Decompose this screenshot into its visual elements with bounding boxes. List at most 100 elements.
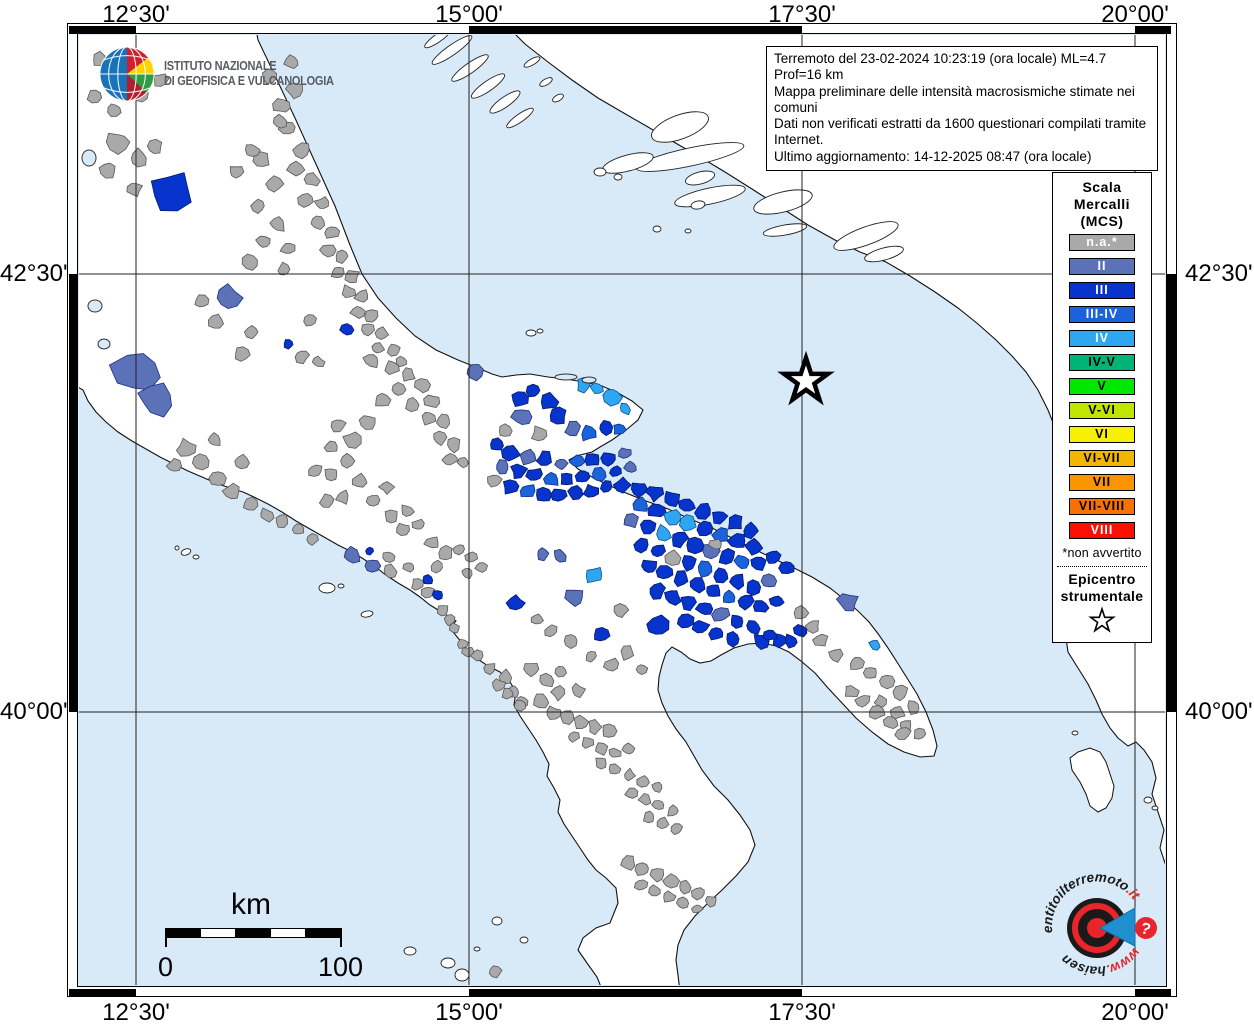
island: [506, 107, 534, 129]
legend-swatch-VII: VII: [1069, 474, 1135, 491]
island: [451, 54, 489, 82]
island: [652, 225, 662, 233]
lake: [554, 373, 578, 381]
legend-swatch-VIIVIII: VII-VIII: [1069, 498, 1135, 515]
municipality-n: [643, 810, 655, 824]
municipality-n: [704, 896, 717, 908]
corfu-island: [1069, 747, 1115, 813]
island: [602, 152, 654, 174]
municipality-34: [592, 466, 607, 482]
island: [552, 93, 564, 103]
municipality-3: [712, 511, 729, 525]
municipality-3: [730, 614, 744, 629]
municipality-3: [560, 472, 573, 486]
island: [473, 946, 481, 952]
island: [440, 957, 456, 969]
island: [523, 56, 541, 68]
legend-swatch-III: III: [1069, 282, 1135, 299]
municipality-3: [630, 482, 648, 498]
island: [593, 167, 607, 177]
municipality-3: [584, 453, 600, 467]
island: [539, 77, 553, 87]
island: [1151, 805, 1159, 811]
lake: [581, 376, 597, 384]
island: [491, 916, 503, 926]
axis-label-right: 42°30': [1185, 260, 1253, 287]
lake: [97, 338, 111, 350]
info-line-3: Dati non verificati estratti da 1600 que…: [774, 116, 1147, 148]
municipality-n: [291, 523, 305, 535]
municipality-3: [609, 465, 622, 477]
scale-bar-unit-label: km: [231, 888, 271, 921]
frame-segment: [1135, 989, 1171, 997]
legend-swatch-V: V: [1069, 378, 1135, 395]
municipality-n: [260, 507, 275, 523]
lake: [87, 299, 103, 313]
scale-bar-segments: 0 100: [158, 928, 363, 982]
municipality-3: [549, 406, 567, 425]
island: [1143, 796, 1153, 804]
axis-label-bottom: 15°00': [435, 999, 503, 1026]
legend-swatch-VIII: VIII: [1069, 522, 1135, 539]
axis-label-bottom: 17°30': [768, 999, 836, 1026]
legend-swatch-II: II: [1069, 258, 1135, 275]
municipality-n: [514, 699, 527, 712]
municipality-2: [364, 559, 382, 573]
municipality-n: [396, 522, 410, 537]
legend-divider: [1057, 566, 1147, 567]
municipality-2: [618, 447, 632, 459]
legend-swatch-VIVII: VI-VII: [1069, 450, 1135, 467]
municipality-3: [644, 486, 665, 503]
axis-label-top: 20°00': [1101, 1, 1169, 28]
municipality-3: [664, 490, 681, 508]
info-line-4: Ultimo aggiornamento: 14-12-2025 08:47 (…: [774, 148, 1092, 164]
municipality-3: [677, 498, 696, 512]
axis-label-top: 15°00': [435, 1, 503, 28]
island: [613, 173, 623, 181]
ingv-logo: ISTITUTO NAZIONALE DI GEOFISICA E VULCAN…: [98, 45, 357, 103]
municipality-4: [585, 567, 603, 584]
scale-bar-segment: [270, 928, 307, 938]
scale-bar: km 0 100: [158, 888, 363, 982]
axis-label-left: 42°30': [0, 260, 68, 287]
municipality-3: [743, 521, 759, 540]
municipality-3: [655, 565, 674, 580]
scale-bar-segment: [235, 928, 272, 938]
legend-items: n.a.* II III III-IV IV IV-V V V-VI VI VI-VII VII VI…: [1053, 234, 1151, 539]
scale-bar-segment: [200, 928, 237, 938]
epicenter-star: [777, 350, 835, 406]
municipality-n: [242, 496, 259, 511]
page-root: { "info_box": { "lines": [ "Terremoto de…: [0, 0, 1254, 1026]
island: [674, 184, 746, 208]
island: [519, 936, 529, 944]
island: [454, 968, 470, 982]
municipality-2: [496, 459, 509, 475]
municipality-3: [525, 468, 543, 481]
island: [192, 554, 200, 560]
municipality-n: [208, 471, 227, 486]
municipality-n: [483, 663, 496, 676]
municipality-n: [595, 757, 607, 770]
legend-swatch-IV: IV: [1069, 330, 1135, 347]
municipality-2: [623, 460, 637, 473]
island: [180, 548, 192, 556]
haisentito-logo: entitoilterremoto.itwww.haisen?: [1040, 869, 1157, 979]
municipality-3: [647, 503, 668, 518]
municipality-n: [324, 468, 338, 482]
epicenter-star-marker: [777, 350, 835, 406]
municipality-n: [862, 667, 877, 679]
axis-label-top: 17°30': [768, 1, 836, 28]
island: [470, 73, 506, 99]
legend-swatch-VI: VI: [1069, 426, 1135, 443]
frame-segment: [69, 989, 136, 997]
municipality-3: [694, 502, 711, 520]
municipality-n: [384, 509, 398, 524]
municipality-n: [436, 605, 449, 617]
ingv-logo-text: ISTITUTO NAZIONALE DI GEOFISICA E VULCAN…: [164, 59, 334, 88]
island: [360, 610, 374, 618]
island: [174, 545, 180, 551]
info-line-2: Mappa preliminare delle intensità macros…: [774, 83, 1135, 115]
municipality-n: [488, 965, 503, 979]
epicenter-star-icon: [1088, 606, 1116, 633]
municipality-n: [324, 226, 341, 239]
